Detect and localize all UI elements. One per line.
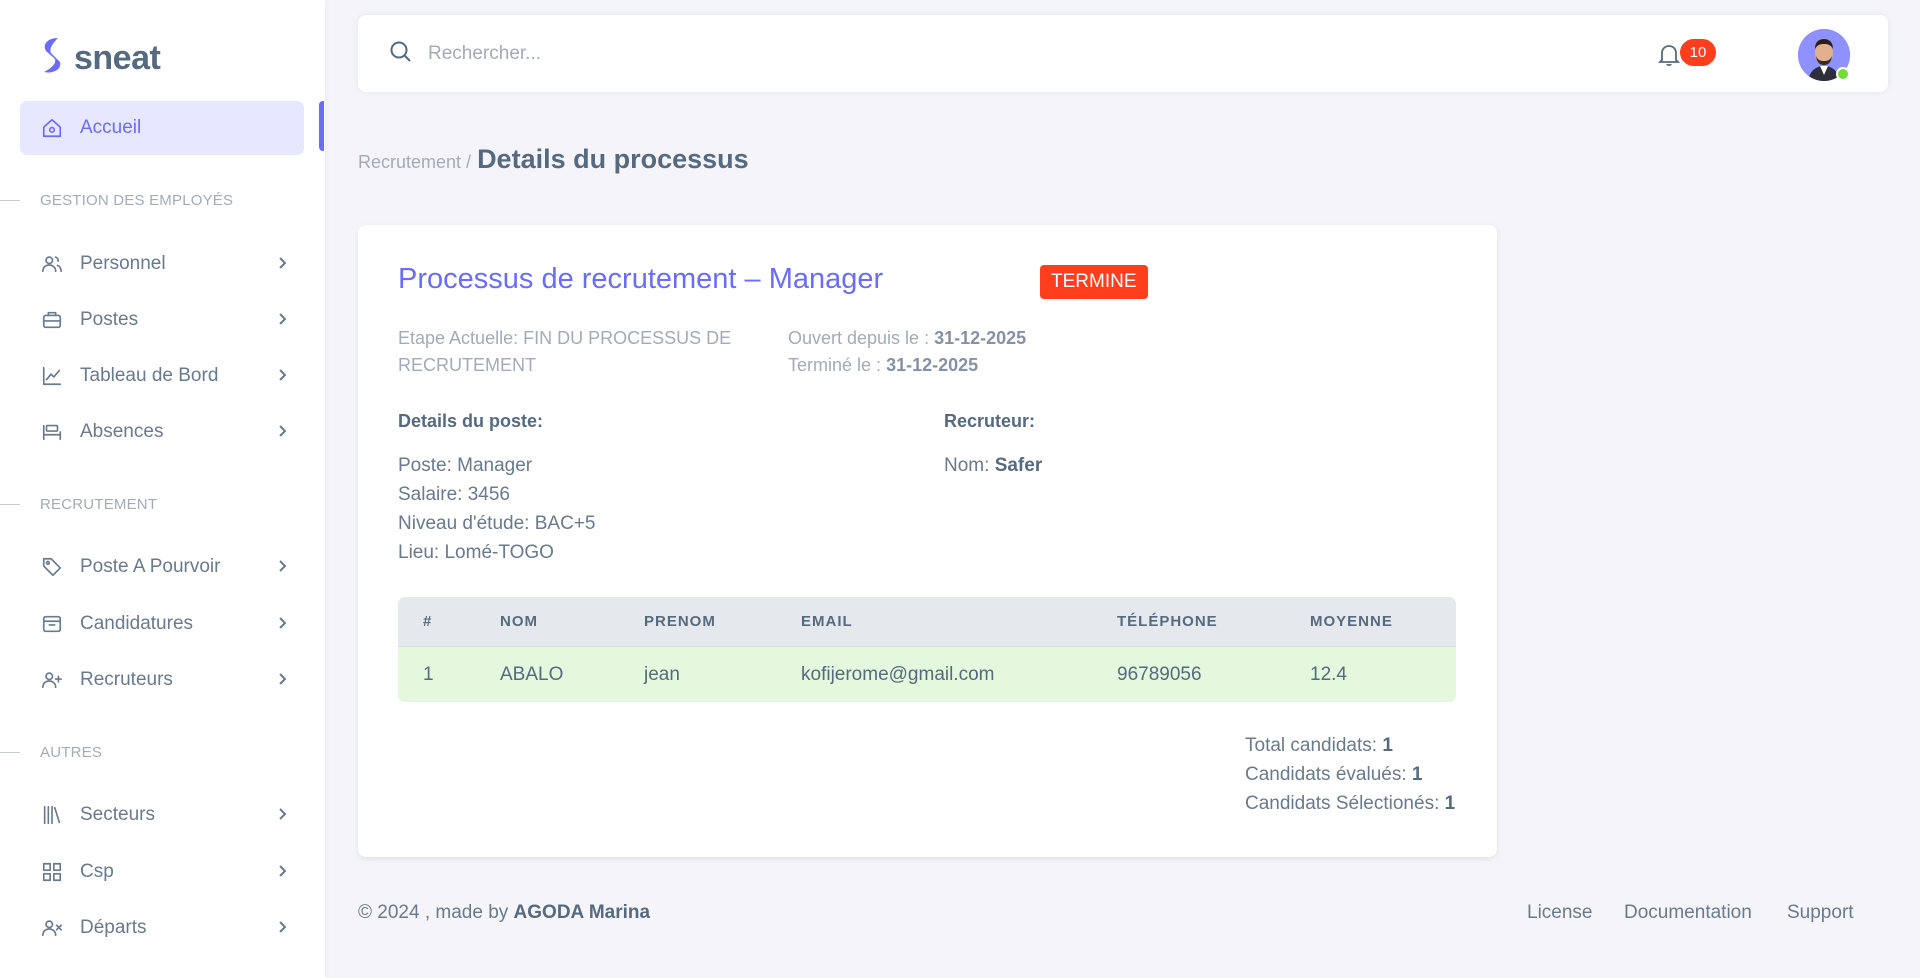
top-navbar: 10	[358, 15, 1888, 92]
chevron-right-icon	[274, 311, 290, 327]
sidebar-item-label: Accueil	[80, 117, 142, 138]
users-icon	[40, 252, 64, 276]
footer-link-documentation[interactable]: Documentation	[1624, 902, 1752, 924]
column-header-index: #	[423, 613, 433, 630]
column-header-nom: NOM	[500, 613, 538, 630]
process-details-card: Processus de recrutement – Manager TERMI…	[358, 225, 1497, 857]
bed-icon	[40, 420, 64, 444]
breadcrumb: Recrutement / Details du processus	[358, 144, 749, 175]
footer-author[interactable]: AGODA Marina	[514, 902, 651, 923]
sidebar-item-label: Départs	[80, 917, 147, 938]
sidebar-item-departs[interactable]: Départs	[20, 901, 304, 955]
sneat-logo-icon	[38, 36, 66, 81]
candidate-totals: Total candidats: 1 Candidats évalués: 1 …	[1245, 731, 1455, 818]
user-x-icon	[40, 916, 64, 940]
sidebar-item-accueil[interactable]: Accueil	[20, 101, 304, 155]
sidebar-item-label: Personnel	[80, 253, 166, 274]
search-input[interactable]	[428, 35, 1128, 73]
chart-line-icon	[40, 364, 64, 388]
chevron-right-icon	[274, 919, 290, 935]
footer-link-support[interactable]: Support	[1787, 902, 1854, 924]
process-dates: Ouvert depuis le : 31-12-2025 Terminé le…	[788, 328, 1027, 375]
sidebar-item-label: Tableau de Bord	[80, 365, 219, 386]
sidebar-item-label: Candidatures	[80, 613, 194, 634]
chevron-right-icon	[274, 863, 290, 879]
post-niveau: Niveau d'étude: BAC+5	[398, 513, 596, 534]
sidebar-item-tableau-de-bord[interactable]: Tableau de Bord	[20, 349, 304, 403]
process-title: Processus de recrutement – Manager	[398, 263, 884, 295]
evaluated-candidates: Candidats évalués: 1	[1245, 764, 1423, 785]
section-header-recrutement: RECRUTEMENT	[0, 494, 325, 514]
search-icon	[388, 39, 416, 67]
sidebar-item-label: Recruteurs	[80, 669, 173, 690]
sidebar-item-postes[interactable]: Postes	[20, 293, 304, 347]
home-icon	[40, 116, 64, 140]
status-badge: TERMINE	[1040, 265, 1148, 299]
chevron-right-icon	[274, 671, 290, 687]
sidebar-item-label: Absences	[80, 421, 164, 442]
column-header-prenom: PRENOM	[644, 613, 716, 630]
notification-count-badge: 10	[1680, 39, 1716, 66]
cell-moyenne: 12.4	[1310, 664, 1347, 685]
brand-logo[interactable]: sneat	[38, 36, 161, 81]
sidebar-item-personnel[interactable]: Personnel	[20, 237, 304, 291]
cell-email: kofijerome@gmail.com	[801, 664, 995, 685]
tag-icon	[40, 555, 64, 579]
recruiter-name: Nom: Safer	[944, 455, 1043, 476]
chevron-right-icon	[274, 558, 290, 574]
inbox-icon	[40, 612, 64, 636]
cell-index: 1	[423, 664, 434, 685]
user-plus-icon	[40, 668, 64, 692]
post-details-heading: Details du poste:	[398, 411, 544, 431]
sidebar-item-label: Csp	[80, 861, 114, 882]
page-title: Details du processus	[477, 144, 749, 174]
column-header-email: EMAIL	[801, 613, 853, 630]
post-lieu: Lieu: Lomé-TOGO	[398, 542, 554, 563]
section-header-gestion: GESTION DES EMPLOYÉS	[0, 190, 325, 210]
library-icon	[40, 803, 64, 827]
table-header: # NOM PRENOM EMAIL TÉLÉPHONE MOYENNE	[398, 597, 1456, 647]
breadcrumb-parent[interactable]: Recrutement	[358, 152, 461, 173]
table-row[interactable]: 1 ABALO jean kofijerome@gmail.com 967890…	[398, 647, 1456, 702]
column-header-moyenne: MOYENNE	[1310, 613, 1393, 630]
total-candidates: Total candidats: 1	[1245, 735, 1393, 756]
footer-link-license[interactable]: License	[1527, 902, 1593, 924]
closed-date: 31-12-2025	[886, 355, 979, 375]
sidebar-item-label: Secteurs	[80, 804, 155, 825]
recruiter-heading: Recruteur:	[944, 411, 1036, 431]
column-header-telephone: TÉLÉPHONE	[1117, 613, 1218, 630]
selected-candidates: Candidats Sélectionés: 1	[1245, 793, 1456, 814]
post-salaire: Salaire: 3456	[398, 484, 510, 505]
sidebar-item-absences[interactable]: Absences	[20, 405, 304, 459]
sidebar-item-recruteurs[interactable]: Recruteurs	[20, 653, 304, 707]
cell-nom: ABALO	[500, 664, 564, 685]
chevron-right-icon	[274, 367, 290, 383]
chevron-right-icon	[274, 423, 290, 439]
online-status-dot	[1836, 67, 1850, 81]
footer-copyright: © 2024 , made by AGODA Marina	[358, 902, 651, 923]
section-header-autres: AUTRES	[0, 742, 325, 762]
chevron-right-icon	[274, 806, 290, 822]
grid-icon	[40, 860, 64, 884]
active-indicator	[319, 101, 324, 151]
cell-prenom: jean	[644, 664, 680, 685]
brand-name: sneat	[74, 38, 161, 77]
chevron-right-icon	[274, 615, 290, 631]
sidebar-item-csp[interactable]: Csp	[20, 845, 304, 899]
breadcrumb-separator: /	[466, 152, 472, 172]
current-stage: Etape Actuelle: FIN DU PROCESSUS DE RECR…	[398, 328, 732, 375]
chevron-right-icon	[274, 255, 290, 271]
sidebar-item-poste-a-pourvoir[interactable]: Poste A Pourvoir	[20, 540, 304, 594]
cell-telephone: 96789056	[1117, 664, 1202, 685]
sidebar-item-candidatures[interactable]: Candidatures	[20, 597, 304, 651]
post-details: Poste: Manager Salaire: 3456 Niveau d'ét…	[398, 451, 595, 567]
sidebar: sneat Accueil GESTION DES EMPLOYÉS Perso…	[0, 0, 325, 978]
briefcase-icon	[40, 308, 64, 332]
post-poste: Poste: Manager	[398, 455, 533, 476]
opened-date: 31-12-2025	[934, 328, 1027, 348]
sidebar-item-label: Postes	[80, 309, 139, 330]
sidebar-item-label: Poste A Pourvoir	[80, 556, 221, 577]
sidebar-item-secteurs[interactable]: Secteurs	[20, 788, 304, 842]
candidates-table: # NOM PRENOM EMAIL TÉLÉPHONE MOYENNE 1 A…	[398, 597, 1456, 702]
